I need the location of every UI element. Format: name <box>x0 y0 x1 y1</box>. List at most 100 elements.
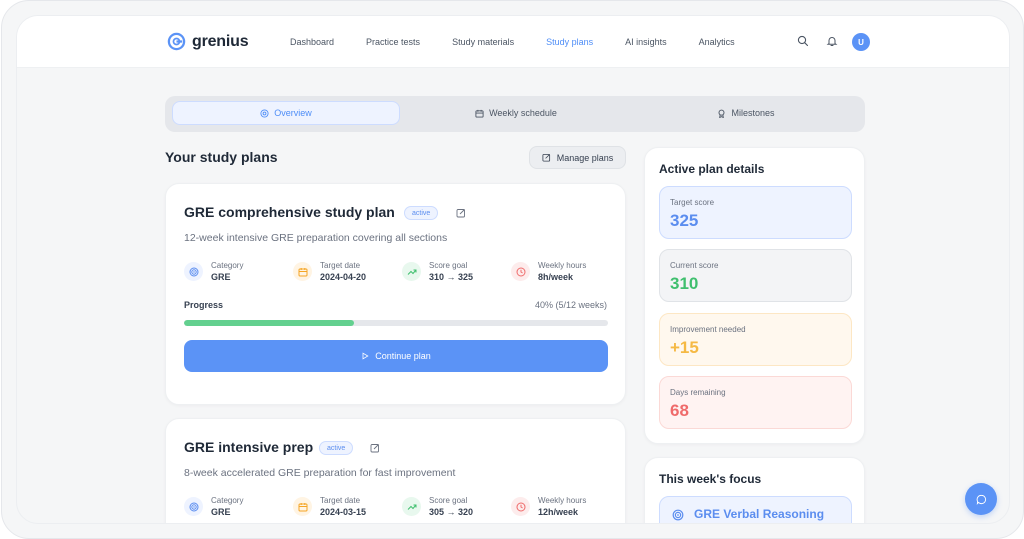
progress-value: 40% (5/12 weeks) <box>534 300 607 310</box>
stat-value: GRE <box>211 507 231 517</box>
metric-value: 310 <box>670 274 699 293</box>
user-avatar[interactable]: U <box>852 33 870 51</box>
plan-card: GRE intensive prep active 8-week acceler… <box>165 418 626 523</box>
stat-value: GRE <box>211 272 231 282</box>
stat-target-date: Target date 2024-03-15 <box>293 495 366 519</box>
metric-label: Improvement needed <box>670 325 746 334</box>
metric-label: Target score <box>670 198 715 207</box>
active-plan-details: Active plan details Target score 325 Cur… <box>644 147 865 444</box>
stat-label: Category <box>211 496 244 505</box>
edit-icon[interactable] <box>456 208 466 218</box>
stat-label: Weekly hours <box>538 496 587 505</box>
metric-value: +15 <box>670 338 699 357</box>
main-nav: Dashboard Practice tests Study materials… <box>290 37 767 47</box>
plan-card: GRE comprehensive study plan active 12-w… <box>165 183 626 405</box>
chat-icon <box>976 494 986 505</box>
weekly-focus: This week's focus GRE Verbal Reasoning <box>644 457 865 523</box>
stat-weekly-hours: Weekly hours 12h/week <box>511 495 586 519</box>
nav-study-materials[interactable]: Study materials <box>452 37 514 47</box>
metric-value: 325 <box>670 211 699 230</box>
search-icon[interactable] <box>797 35 809 47</box>
plan-description: 8-week accelerated GRE preparation for f… <box>184 467 456 479</box>
target-icon <box>184 497 203 516</box>
brand-name: grenius <box>192 32 249 50</box>
tab-weekly-schedule-label: Weekly schedule <box>489 108 557 118</box>
continue-plan-label: Continue plan <box>375 351 431 361</box>
app-frame: grenius Dashboard Practice tests Study m… <box>1 0 1024 539</box>
stat-label: Weekly hours <box>538 261 587 270</box>
stat-label: Score goal <box>429 261 468 270</box>
page-title: Your study plans <box>165 149 278 165</box>
top-header: grenius Dashboard Practice tests Study m… <box>17 16 1009 68</box>
stat-label: Target date <box>320 496 361 505</box>
clock-icon <box>511 262 530 281</box>
plan-description: 12-week intensive GRE preparation coveri… <box>184 232 448 244</box>
stat-score-goal: Score goal 310 → 325 <box>402 260 473 284</box>
tab-overview-label: Overview <box>274 108 312 118</box>
plan-title: GRE comprehensive study plan <box>184 204 395 220</box>
progress-bar <box>184 320 608 326</box>
edit-icon[interactable] <box>370 443 380 453</box>
metric-current-score: Current score 310 <box>659 249 852 302</box>
plan-title: GRE intensive prep <box>184 439 314 455</box>
focus-item-label: GRE Verbal Reasoning <box>694 507 825 521</box>
focus-title: This week's focus <box>659 472 762 486</box>
progress-fill <box>184 320 354 326</box>
metric-label: Days remaining <box>670 388 726 397</box>
manage-plans-label: Manage plans <box>556 152 614 163</box>
logo-icon <box>167 32 186 51</box>
manage-plans-button[interactable]: Manage plans <box>529 146 626 169</box>
stat-weekly-hours: Weekly hours 8h/week <box>511 260 586 284</box>
target-icon <box>672 509 684 521</box>
plan-tabs: Overview Weekly schedule Milestones <box>165 96 865 132</box>
stat-category: Category GRE <box>184 260 243 284</box>
chat-button[interactable] <box>965 483 997 515</box>
tab-weekly-schedule[interactable]: Weekly schedule <box>402 101 630 125</box>
trending-up-icon <box>402 497 421 516</box>
target-icon <box>260 108 269 118</box>
clock-icon <box>511 497 530 516</box>
tab-overview[interactable]: Overview <box>172 101 400 125</box>
stat-label: Target date <box>320 261 361 270</box>
nav-ai-insights[interactable]: AI insights <box>625 37 667 47</box>
edit-icon <box>542 153 550 162</box>
stat-value: 2024-04-20 <box>320 272 367 282</box>
play-icon <box>362 352 369 360</box>
stat-label: Score goal <box>429 496 468 505</box>
nav-practice-tests[interactable]: Practice tests <box>366 37 420 47</box>
stat-value: 8h/week <box>538 272 574 282</box>
status-badge: active <box>404 206 439 220</box>
calendar-icon <box>293 497 312 516</box>
stat-value: 12h/week <box>538 507 579 517</box>
tab-milestones[interactable]: Milestones <box>632 101 860 125</box>
metric-value: 68 <box>670 401 689 420</box>
focus-item[interactable]: GRE Verbal Reasoning <box>659 496 852 523</box>
stat-target-date: Target date 2024-04-20 <box>293 260 366 284</box>
nav-study-plans[interactable]: Study plans <box>546 37 593 47</box>
tab-milestones-label: Milestones <box>731 108 775 118</box>
stat-value: 305 → 320 <box>429 507 474 517</box>
stat-label: Category <box>211 261 244 270</box>
metric-days-remaining: Days remaining 68 <box>659 376 852 429</box>
stat-value: 310 → 325 <box>429 272 474 282</box>
bell-icon[interactable] <box>826 35 838 47</box>
continue-plan-button[interactable]: Continue plan <box>184 340 608 372</box>
brand-logo[interactable]: grenius <box>167 32 249 51</box>
award-icon <box>719 109 725 118</box>
metric-target-score: Target score 325 <box>659 186 852 239</box>
details-title: Active plan details <box>659 162 765 176</box>
metric-improvement-needed: Improvement needed +15 <box>659 313 852 366</box>
metric-label: Current score <box>670 261 719 270</box>
nav-analytics[interactable]: Analytics <box>699 37 735 47</box>
stat-score-goal: Score goal 305 → 320 <box>402 495 473 519</box>
stat-value: 2024-03-15 <box>320 507 367 517</box>
stat-category: Category GRE <box>184 495 243 519</box>
nav-dashboard[interactable]: Dashboard <box>290 37 334 47</box>
calendar-icon <box>475 109 484 118</box>
app-window: grenius Dashboard Practice tests Study m… <box>16 15 1010 524</box>
status-badge: active <box>319 441 354 455</box>
progress-label: Progress <box>184 300 224 310</box>
calendar-icon <box>293 262 312 281</box>
trending-up-icon <box>402 262 421 281</box>
target-icon <box>184 262 203 281</box>
